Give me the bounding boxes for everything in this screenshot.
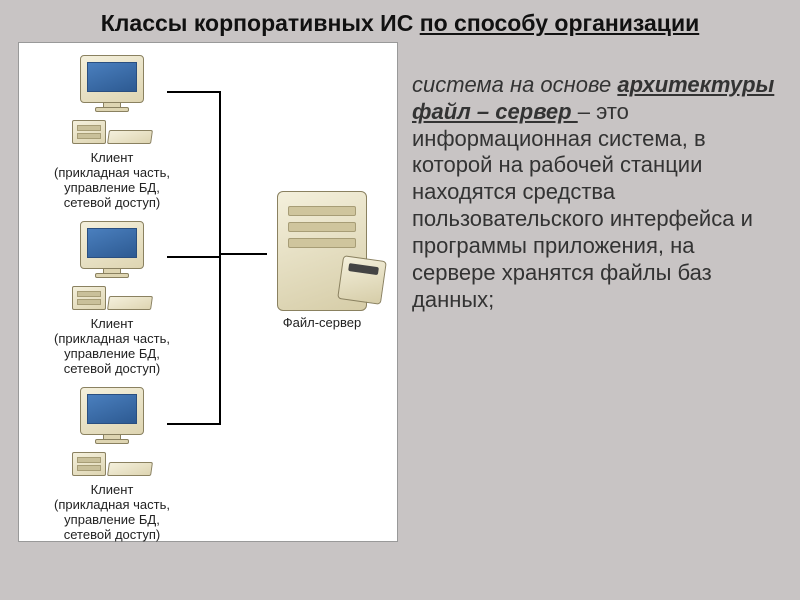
computer-icon — [72, 387, 152, 476]
client-title: Клиент — [91, 150, 134, 165]
client-sub1: (прикладная часть, — [54, 165, 170, 180]
title-part1: Классы корпоративных ИС — [101, 10, 420, 36]
slide-title: Классы корпоративных ИС по способу орган… — [0, 0, 800, 42]
desc-body: это информационная система, в которой на… — [412, 99, 753, 312]
client-sub3: сетевой доступ) — [64, 195, 160, 210]
slide: Классы корпоративных ИС по способу орган… — [0, 0, 800, 600]
disk-icon — [337, 255, 387, 305]
client-title: Клиент — [91, 482, 134, 497]
client-3: Клиент (прикладная часть, управление БД,… — [27, 387, 197, 543]
client-2: Клиент (прикладная часть, управление БД,… — [27, 221, 197, 377]
server-label: Файл-сервер — [247, 315, 397, 330]
client-3-label: Клиент (прикладная часть, управление БД,… — [27, 483, 197, 543]
client-1: Клиент (прикладная часть, управление БД,… — [27, 55, 197, 211]
computer-icon — [72, 55, 152, 144]
client-title: Клиент — [91, 316, 134, 331]
server-icon — [277, 191, 367, 311]
client-sub2: управление БД, — [64, 512, 160, 527]
client-1-label: Клиент (прикладная часть, управление БД,… — [27, 151, 197, 211]
desc-dash: – — [578, 99, 596, 124]
client-sub3: сетевой доступ) — [64, 527, 160, 542]
file-server: Файл-сервер — [247, 191, 397, 330]
desc-intro: система на основе — [412, 72, 617, 97]
content-row: Клиент (прикладная часть, управление БД,… — [0, 42, 800, 562]
client-sub1: (прикладная часть, — [54, 497, 170, 512]
computer-icon — [72, 221, 152, 310]
client-2-label: Клиент (прикладная часть, управление БД,… — [27, 317, 197, 377]
architecture-diagram: Клиент (прикладная часть, управление БД,… — [18, 42, 398, 542]
client-sub2: управление БД, — [64, 346, 160, 361]
client-sub1: (прикладная часть, — [54, 331, 170, 346]
client-sub2: управление БД, — [64, 180, 160, 195]
client-sub3: сетевой доступ) — [64, 361, 160, 376]
title-underlined: по способу организации — [420, 10, 700, 36]
description-text: система на основе архитектуры файл – сер… — [412, 42, 782, 544]
